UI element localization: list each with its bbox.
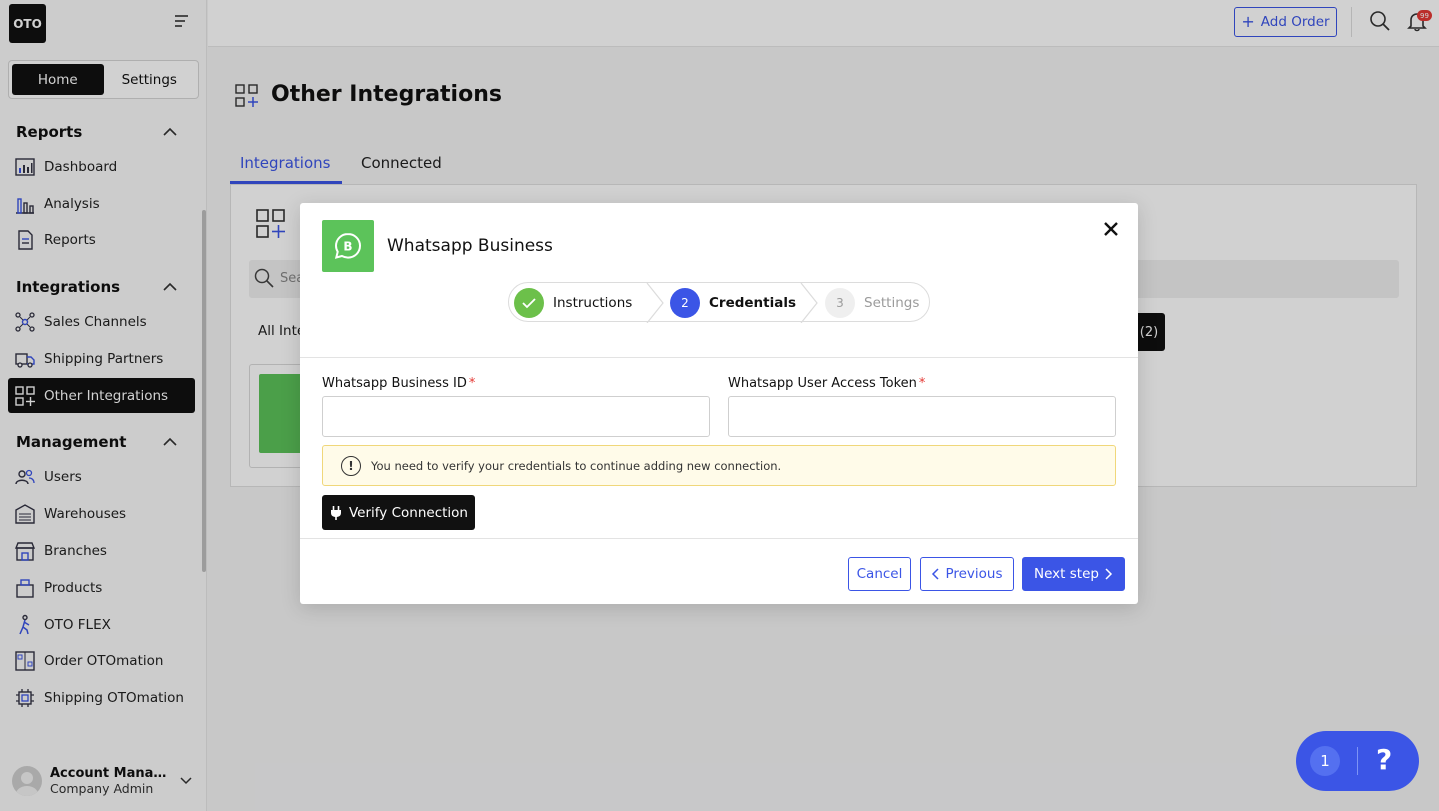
step-credentials[interactable]: 2 Credentials (670, 288, 797, 318)
verify-warning-alert: ! You need to verify your credentials to… (322, 445, 1116, 486)
close-icon[interactable] (1103, 221, 1119, 237)
verify-label: Verify Connection (349, 504, 468, 521)
cancel-button[interactable]: Cancel (848, 557, 911, 591)
alert-text: You need to verify your credentials to c… (371, 458, 782, 473)
whatsapp-business-modal: B Whatsapp Business Instructions 2 Crede… (300, 203, 1138, 604)
whatsapp-business-icon: B (334, 232, 362, 259)
previous-button[interactable]: Previous (920, 557, 1014, 591)
check-icon (514, 288, 544, 318)
verify-connection-button[interactable]: Verify Connection (322, 495, 475, 530)
required-mark: * (468, 376, 476, 391)
divider (300, 357, 1138, 358)
chevron-left-icon (932, 568, 939, 580)
whatsapp-business-logo: B (322, 220, 374, 272)
access-token-label: Whatsapp User Access Token * (728, 376, 925, 391)
exclamation-icon: ! (341, 455, 361, 476)
plug-icon (331, 505, 341, 520)
field-label-text: Whatsapp User Access Token (728, 376, 917, 391)
help-count-badge[interactable]: 1 (1310, 746, 1340, 776)
modal-title: Whatsapp Business (387, 236, 553, 256)
svg-text:B: B (343, 240, 352, 254)
step-number: 3 (825, 288, 855, 318)
step-label: Settings (864, 295, 920, 311)
field-label-text: Whatsapp Business ID (322, 376, 467, 391)
wizard-stepper: Instructions 2 Credentials 3 Settings (508, 282, 930, 323)
help-widget[interactable]: 1 ? (1296, 731, 1419, 791)
divider (1357, 747, 1358, 775)
step-label: Credentials (709, 295, 797, 311)
help-question-icon[interactable]: ? (1376, 743, 1392, 776)
chevron-right-icon (800, 283, 818, 323)
step-label: Instructions (553, 295, 633, 311)
previous-label: Previous (945, 566, 1003, 582)
required-mark: * (918, 376, 926, 391)
business-id-label: Whatsapp Business ID * (322, 376, 475, 391)
next-label: Next step (1034, 566, 1099, 582)
access-token-input[interactable] (728, 396, 1116, 437)
business-id-input[interactable] (322, 396, 710, 437)
step-settings[interactable]: 3 Settings (825, 288, 920, 318)
next-step-button[interactable]: Next step (1022, 557, 1125, 591)
divider (300, 538, 1138, 539)
step-number: 2 (670, 288, 700, 318)
chevron-right-icon (1105, 568, 1113, 580)
step-instructions[interactable]: Instructions (514, 288, 633, 318)
chevron-right-icon (646, 283, 664, 323)
